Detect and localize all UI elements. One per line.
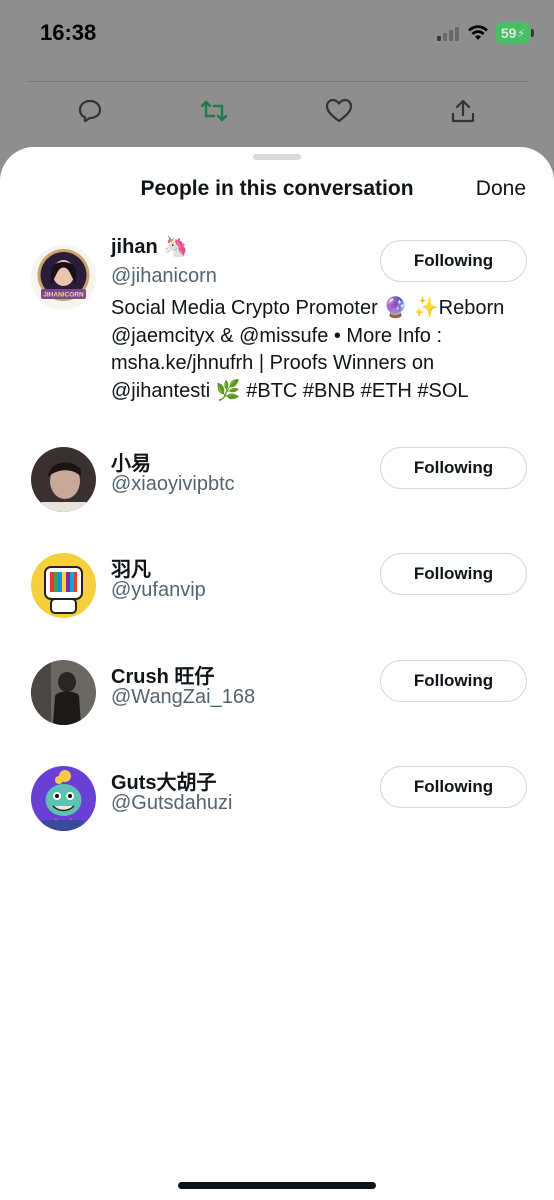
user-name[interactable]: jihan 🦄 bbox=[111, 234, 188, 259]
avatar[interactable] bbox=[31, 766, 96, 831]
user-name[interactable]: Crush 旺仔 bbox=[111, 660, 214, 689]
background-tweet-actions bbox=[0, 98, 554, 128]
following-button[interactable]: Following bbox=[380, 240, 527, 282]
user-handle[interactable]: @yufanvip bbox=[111, 579, 206, 602]
avatar[interactable] bbox=[31, 553, 96, 618]
status-time: 16:38 bbox=[40, 20, 97, 45]
user-handle[interactable]: @jihanicorn bbox=[111, 265, 217, 288]
share-icon bbox=[451, 99, 475, 123]
avatar-image bbox=[31, 660, 96, 725]
sheet-title: People in this conversation bbox=[140, 177, 414, 200]
background-divider bbox=[26, 81, 528, 82]
cellular-signal-icon bbox=[437, 27, 459, 41]
following-button[interactable]: Following bbox=[380, 447, 527, 489]
user-name[interactable]: Guts大胡子 bbox=[111, 766, 217, 795]
battery-cap bbox=[531, 29, 534, 37]
avatar-image bbox=[31, 447, 96, 512]
wifi-icon bbox=[468, 25, 488, 40]
people-sheet: People in this conversation Done JIHANIC… bbox=[0, 147, 554, 1200]
avatar-badge-text: JIHANICORN bbox=[43, 292, 84, 299]
avatar-image bbox=[31, 766, 96, 831]
home-indicator[interactable] bbox=[178, 1182, 376, 1189]
avatar[interactable] bbox=[31, 660, 96, 725]
avatar-image: JIHANICORN bbox=[31, 245, 96, 310]
user-handle[interactable]: @xiaoyivipbtc bbox=[111, 473, 235, 496]
battery-level: 59 bbox=[500, 25, 517, 41]
retweet-icon bbox=[200, 100, 228, 122]
user-handle[interactable]: @WangZai_168 bbox=[111, 686, 255, 709]
avatar[interactable]: JIHANICORN bbox=[31, 245, 96, 310]
reply-icon bbox=[78, 99, 102, 123]
user-name[interactable]: 羽凡 bbox=[111, 553, 151, 582]
user-name[interactable]: 小易 bbox=[111, 447, 151, 476]
following-button[interactable]: Following bbox=[380, 766, 527, 808]
sheet-grabber[interactable] bbox=[253, 154, 301, 160]
user-bio: Social Media Crypto Promoter 🔮 ✨Reborn @… bbox=[111, 297, 505, 402]
like-icon bbox=[325, 98, 353, 123]
avatar[interactable] bbox=[31, 447, 96, 512]
battery-indicator: 59 ⚡ bbox=[496, 22, 530, 44]
status-bar: 16:38 59 ⚡ bbox=[0, 0, 554, 66]
done-button[interactable]: Done bbox=[476, 177, 526, 201]
following-button[interactable]: Following bbox=[380, 660, 527, 702]
following-button[interactable]: Following bbox=[380, 553, 527, 595]
user-handle[interactable]: @Gutsdahuzi bbox=[111, 792, 232, 815]
avatar-image bbox=[31, 553, 96, 618]
